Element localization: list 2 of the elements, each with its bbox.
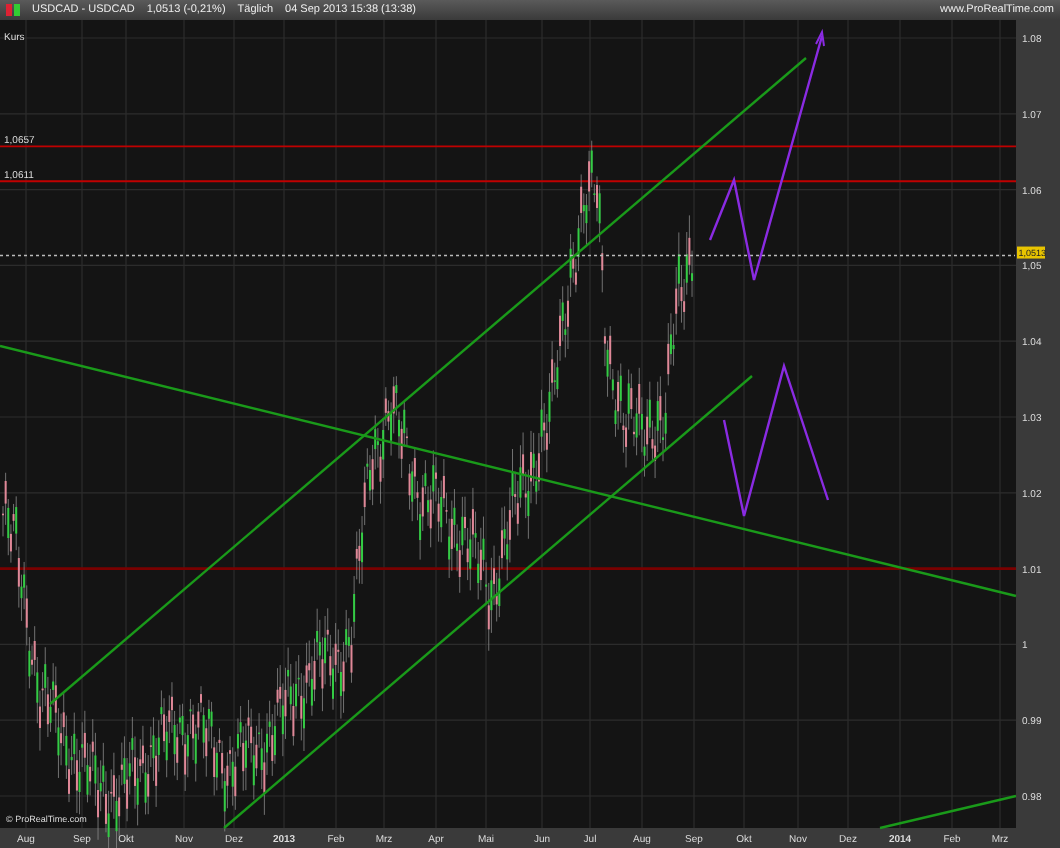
- trend-line: [879, 794, 1017, 830]
- window-controls-icon[interactable]: [6, 4, 20, 16]
